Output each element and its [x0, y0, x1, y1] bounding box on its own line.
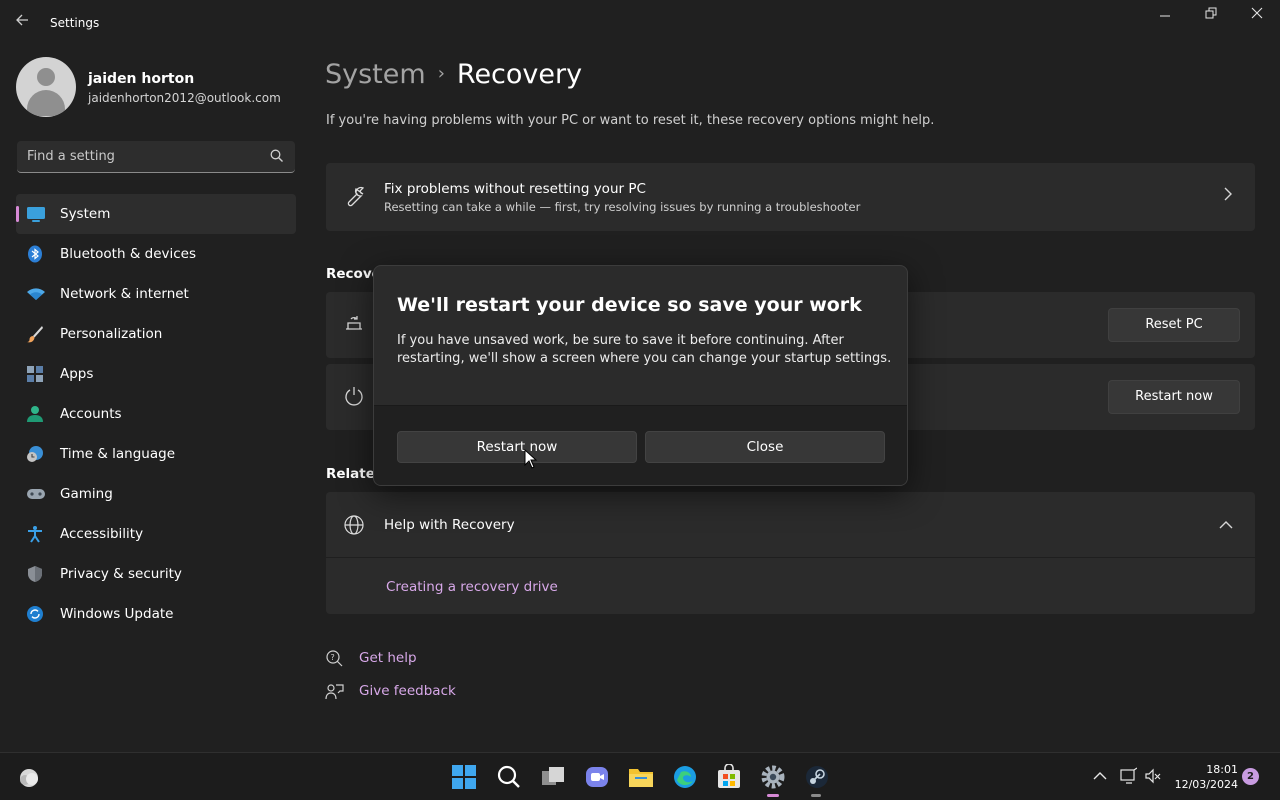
- task-view-icon[interactable]: [540, 764, 566, 790]
- advanced-restart-now-button[interactable]: Restart now: [1108, 380, 1240, 414]
- reset-pc-button[interactable]: Reset PC: [1108, 308, 1240, 342]
- sidebar-item-accounts[interactable]: Accounts: [16, 394, 296, 434]
- breadcrumb-separator: ›: [437, 63, 445, 84]
- get-help-link[interactable]: Get help: [359, 650, 417, 666]
- breadcrumb: System › Recovery: [325, 59, 582, 90]
- globe-clock-icon: [26, 445, 44, 463]
- close-window-button[interactable]: [1242, 6, 1272, 30]
- clock-date: 12/03/2024: [1174, 778, 1238, 791]
- sidebar-item-time-language[interactable]: Time & language: [16, 434, 296, 474]
- sidebar-item-label: Accounts: [60, 406, 122, 422]
- avatar: [16, 57, 76, 117]
- taskbar: 18:01 12/03/2024 2: [0, 752, 1280, 800]
- sidebar-item-bluetooth[interactable]: Bluetooth & devices: [16, 234, 296, 274]
- sidebar-item-label: Apps: [60, 366, 94, 382]
- fix-card-subtitle: Resetting can take a while — first, try …: [384, 200, 861, 214]
- volume-muted-icon[interactable]: [1144, 767, 1162, 785]
- search-icon: [269, 148, 285, 164]
- sidebar-item-label: Gaming: [60, 486, 113, 502]
- restart-dialog: We'll restart your device so save your w…: [373, 265, 908, 486]
- system-clock[interactable]: 18:01 12/03/2024: [1175, 762, 1238, 792]
- weather-icon[interactable]: [16, 764, 42, 790]
- sidebar-item-network[interactable]: Network & internet: [16, 274, 296, 314]
- gamepad-icon: [26, 485, 45, 503]
- steam-icon[interactable]: [804, 764, 830, 790]
- chevron-up-icon: [1219, 518, 1233, 534]
- sidebar-item-label: System: [60, 206, 111, 222]
- breadcrumb-parent[interactable]: System: [325, 59, 426, 90]
- chevron-right-icon: [1223, 187, 1233, 205]
- help-with-recovery-title: Help with Recovery: [384, 517, 515, 533]
- bluetooth-icon: [26, 245, 44, 263]
- creating-recovery-drive-link[interactable]: Creating a recovery drive: [386, 579, 558, 595]
- feedback-icon: [325, 682, 345, 702]
- intro-text: If you're having problems with your PC o…: [326, 113, 935, 128]
- profile-email: jaidenhorton2012@outlook.com: [88, 91, 281, 105]
- settings-taskbar-icon[interactable]: [760, 764, 786, 790]
- sidebar-item-label: Time & language: [60, 446, 176, 462]
- dialog-body: If you have unsaved work, be sure to sav…: [397, 333, 892, 366]
- sidebar-item-label: Network & internet: [60, 286, 189, 302]
- accounts-icon: [26, 405, 44, 423]
- chevron-up-tray-icon[interactable]: [1091, 767, 1109, 785]
- store-icon[interactable]: [716, 763, 742, 790]
- start-icon[interactable]: [451, 764, 477, 790]
- title-bar: Settings: [0, 0, 1280, 48]
- power-restart-icon: [343, 385, 365, 407]
- sidebar-item-label: Accessibility: [60, 526, 144, 542]
- user-profile[interactable]: jaiden horton jaidenhorton2012@outlook.c…: [16, 57, 281, 117]
- globe-icon: [343, 514, 365, 536]
- sidebar-item-label: Windows Update: [60, 606, 174, 622]
- system-icon: [26, 205, 45, 223]
- sidebar-nav: System Bluetooth & devices Network & int…: [16, 194, 296, 634]
- sidebar-item-personalization[interactable]: Personalization: [16, 314, 296, 354]
- brush-icon: [26, 325, 44, 343]
- help-with-recovery-header[interactable]: Help with Recovery: [326, 492, 1255, 558]
- sidebar-item-windows-update[interactable]: Windows Update: [16, 594, 296, 634]
- page-title: Recovery: [456, 59, 583, 90]
- search-input[interactable]: Find a setting: [17, 141, 295, 173]
- edge-icon[interactable]: [672, 764, 698, 790]
- minimize-button[interactable]: [1150, 6, 1180, 30]
- clock-time: 18:01: [1206, 763, 1238, 776]
- shield-icon: [26, 565, 44, 583]
- sidebar-item-label: Privacy & security: [60, 566, 182, 582]
- update-icon: [26, 605, 44, 623]
- back-arrow-icon[interactable]: [14, 12, 34, 36]
- sidebar-item-label: Personalization: [60, 326, 163, 342]
- profile-name: jaiden horton: [88, 71, 195, 87]
- give-feedback-link[interactable]: Give feedback: [359, 683, 456, 699]
- get-help-icon: ?: [325, 649, 345, 669]
- file-explorer-icon[interactable]: [628, 764, 654, 790]
- notification-badge[interactable]: 2: [1242, 768, 1259, 785]
- accessibility-icon: [26, 525, 44, 543]
- reset-pc-icon: [343, 313, 365, 335]
- sidebar-item-accessibility[interactable]: Accessibility: [16, 514, 296, 554]
- dialog-restart-now-button[interactable]: Restart now: [397, 431, 637, 463]
- search-placeholder: Find a setting: [27, 149, 115, 164]
- network-tray-icon[interactable]: [1119, 767, 1138, 785]
- search-taskbar-icon[interactable]: [496, 764, 522, 790]
- dialog-footer: Restart now Close: [374, 405, 907, 485]
- sidebar-item-privacy[interactable]: Privacy & security: [16, 554, 296, 594]
- running-app-indicator: [811, 794, 821, 797]
- wrench-icon: [343, 186, 365, 208]
- dialog-title: We'll restart your device so save your w…: [397, 294, 862, 316]
- apps-icon: [26, 365, 44, 383]
- fix-problems-card[interactable]: Fix problems without resetting your PC R…: [326, 163, 1255, 231]
- help-with-recovery-card: Help with Recovery Creating a recovery d…: [326, 492, 1255, 614]
- active-app-indicator: [767, 794, 779, 797]
- wifi-icon: [26, 285, 45, 303]
- sidebar-item-gaming[interactable]: Gaming: [16, 474, 296, 514]
- fix-card-title: Fix problems without resetting your PC: [384, 181, 646, 197]
- window-title: Settings: [50, 16, 100, 30]
- teams-chat-icon[interactable]: [584, 764, 610, 790]
- dialog-close-button[interactable]: Close: [645, 431, 885, 463]
- svg-text:?: ?: [331, 653, 335, 662]
- sidebar-item-label: Bluetooth & devices: [60, 246, 197, 262]
- restore-button[interactable]: [1196, 6, 1226, 30]
- sidebar-item-system[interactable]: System: [16, 194, 296, 234]
- mouse-cursor-icon: [524, 448, 538, 469]
- sidebar-item-apps[interactable]: Apps: [16, 354, 296, 394]
